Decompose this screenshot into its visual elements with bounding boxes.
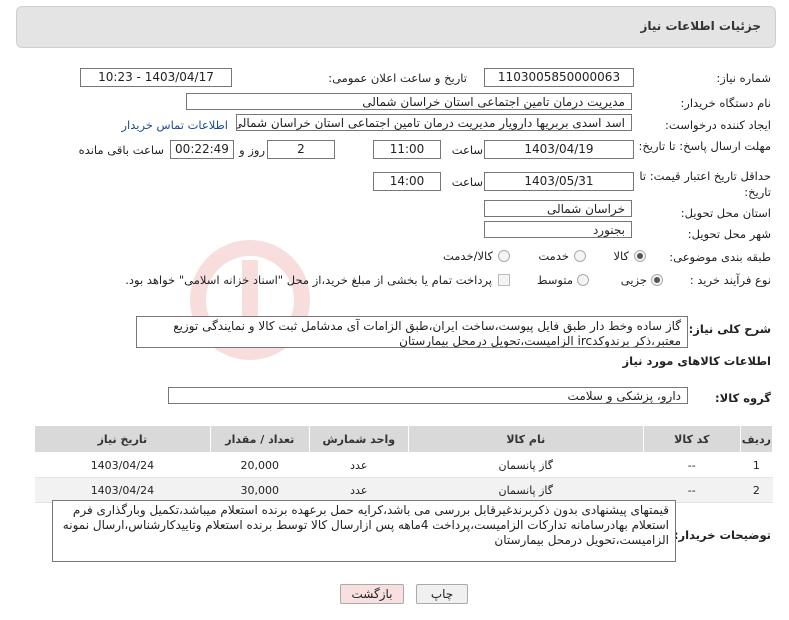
cell-name: گاز پانسمان [408, 452, 644, 478]
summary-label: شرح کلی نیاز: [688, 322, 771, 336]
cell-code: -- [643, 477, 741, 503]
city-label: شهر محل تحویل: [687, 227, 771, 241]
cell-date: 1403/04/24 [34, 477, 211, 503]
back-button[interactable]: بازگشت [340, 584, 404, 604]
table-row: 2 -- گاز پانسمان عدد 30,000 1403/04/24 [34, 477, 773, 503]
process-label: نوع فرآیند خرید : [689, 273, 771, 287]
validity-label: حداقل تاریخ اعتبار قیمت: تا تاریخ: [639, 169, 771, 199]
header-panel: جزئیات اطلاعات نیاز [16, 6, 776, 48]
process-medium-label: متوسط [536, 273, 573, 287]
process-minor-radio[interactable] [651, 274, 663, 286]
goods-group-field: دارو، پزشکی و سلامت [168, 387, 688, 404]
treasury-checkbox[interactable] [498, 274, 510, 286]
cell-row: 1 [740, 452, 773, 478]
need-number-label: شماره نیاز: [716, 71, 771, 85]
summary-textarea: گاز ساده وخط دار طبق فایل پیوست،ساخت ایر… [136, 316, 688, 348]
creator-field: اسد اسدی بربریها دارویار مدیریت درمان تا… [236, 114, 632, 131]
category-goods-radio[interactable] [634, 250, 646, 262]
col-row: ردیف [739, 425, 774, 453]
col-unit: واحد شمارش [308, 425, 409, 453]
category-goods-service-radio[interactable] [498, 250, 510, 262]
category-goods-service-label: کالا/خدمت [442, 249, 493, 263]
buyer-org-field: مدیریت درمان تامین اجتماعی استان خراسان … [186, 93, 632, 110]
announce-label: تاریخ و ساعت اعلان عمومی: [328, 71, 467, 85]
payment-note: پرداخت تمام یا بخشی از مبلغ خرید،از محل … [125, 273, 492, 287]
days-label: روز و [239, 143, 265, 157]
goods-info-title: اطلاعات کالاهای مورد نیاز [622, 354, 771, 368]
remaining-label: ساعت باقی مانده [78, 143, 164, 157]
category-goods-label: کالا [613, 249, 629, 263]
creator-label: ایجاد کننده درخواست: [665, 118, 771, 132]
contact-buyer-link[interactable]: اطلاعات تماس خریدار [121, 118, 228, 132]
col-code: کد کالا [642, 425, 741, 453]
deadline-time-field: 11:00 [373, 140, 441, 159]
validity-time-field: 14:00 [373, 172, 441, 191]
col-name: نام کالا [407, 425, 644, 453]
buyer-org-label: نام دستگاه خریدار: [680, 96, 771, 110]
category-label: طبقه بندی موضوعی: [669, 250, 771, 264]
category-service-label: خدمت [538, 249, 569, 263]
items-table: ردیف کد کالا نام کالا واحد شمارش تعداد /… [34, 425, 774, 503]
ariatender-watermark [190, 240, 310, 360]
print-button[interactable]: چاپ [416, 584, 468, 604]
table-row: 1 -- گاز پانسمان عدد 20,000 1403/04/24 [34, 452, 773, 478]
cell-code: -- [643, 452, 741, 478]
goods-group-label: گروه کالا: [715, 391, 771, 405]
deadline-date-field: 1403/04/19 [484, 140, 634, 159]
deadline-label: مهلت ارسال پاسخ: تا تاریخ: [638, 139, 771, 153]
process-minor-label: جزیی [620, 273, 647, 287]
page-title: جزئیات اطلاعات نیاز [640, 19, 761, 33]
province-label: استان محل تحویل: [680, 206, 771, 220]
validity-date-field: 1403/05/31 [484, 172, 634, 191]
buyer-notes-label: توضیحات خریدار: [673, 528, 771, 542]
remaining-time-field: 00:22:49 [170, 140, 234, 159]
cell-row: 2 [740, 477, 773, 503]
need-number-field: 1103005850000063 [484, 68, 634, 87]
deadline-time-label: ساعت [451, 143, 483, 157]
cell-unit: عدد [309, 477, 409, 503]
category-service-radio[interactable] [574, 250, 586, 262]
announce-field: 1403/04/17 - 10:23 [80, 68, 232, 87]
process-medium-radio[interactable] [577, 274, 589, 286]
province-field: خراسان شمالی [484, 200, 632, 217]
col-qty: تعداد / مقدار [209, 425, 310, 453]
cell-date: 1403/04/24 [34, 452, 211, 478]
validity-time-label: ساعت [451, 175, 483, 189]
cell-qty: 30,000 [210, 477, 310, 503]
city-field: بجنورد [484, 221, 632, 238]
cell-qty: 20,000 [210, 452, 310, 478]
table-header-row: ردیف کد کالا نام کالا واحد شمارش تعداد /… [34, 425, 774, 453]
days-field: 2 [267, 140, 335, 159]
buyer-notes-textarea: قیمتهای پیشنهادی بدون ذکربرندغیرقابل برر… [52, 500, 676, 562]
cell-name: گاز پانسمان [408, 477, 644, 503]
col-date: تاریخ نیاز [34, 425, 211, 453]
cell-unit: عدد [309, 452, 409, 478]
